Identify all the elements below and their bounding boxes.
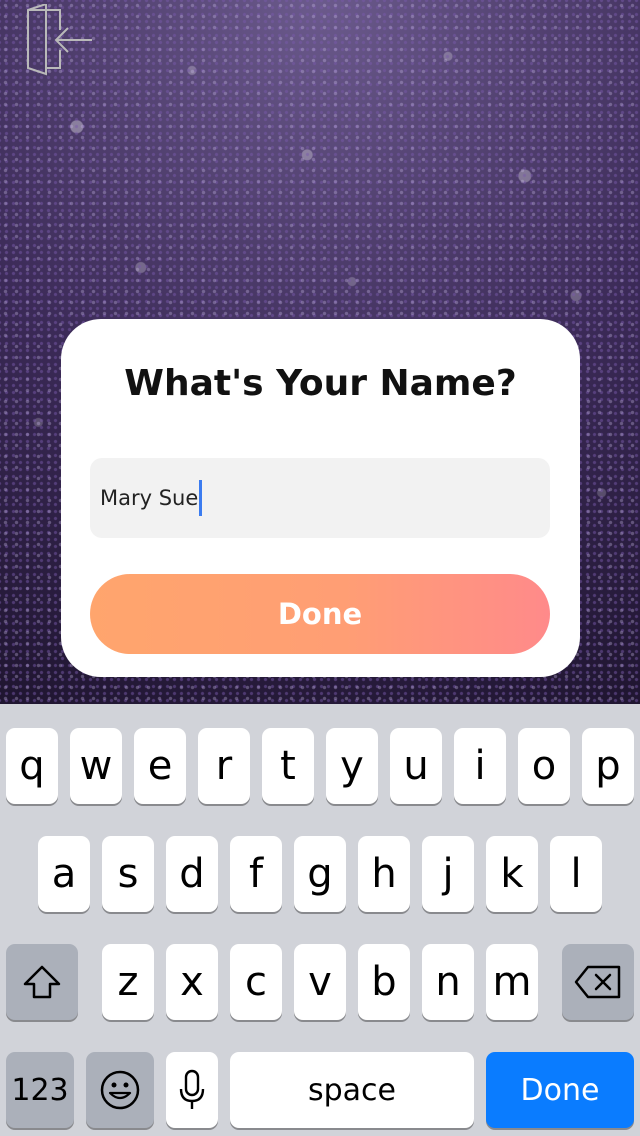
key-j[interactable]: j bbox=[422, 836, 474, 912]
keyboard-done-key[interactable]: Done bbox=[486, 1052, 634, 1128]
key-v[interactable]: v bbox=[294, 944, 346, 1020]
numbers-key[interactable]: 123 bbox=[6, 1052, 74, 1128]
shift-key[interactable] bbox=[6, 944, 78, 1020]
key-u[interactable]: u bbox=[390, 728, 442, 804]
keyboard-row-2: a s d f g h j k l bbox=[0, 836, 640, 912]
name-input-value: Mary Sue bbox=[100, 486, 199, 510]
exit-button[interactable] bbox=[18, 4, 96, 76]
keyboard: q w e r t y u i o p a s d f g h j k l z … bbox=[0, 704, 640, 1136]
key-x[interactable]: x bbox=[166, 944, 218, 1020]
key-a[interactable]: a bbox=[38, 836, 90, 912]
exit-door-icon bbox=[27, 4, 92, 76]
key-e[interactable]: e bbox=[134, 728, 186, 804]
key-h[interactable]: h bbox=[358, 836, 410, 912]
key-z[interactable]: z bbox=[102, 944, 154, 1020]
key-g[interactable]: g bbox=[294, 836, 346, 912]
key-s[interactable]: s bbox=[102, 836, 154, 912]
emoji-key[interactable] bbox=[86, 1052, 154, 1128]
microphone-icon bbox=[179, 1069, 205, 1109]
key-r[interactable]: r bbox=[198, 728, 250, 804]
text-cursor bbox=[199, 480, 203, 516]
emoji-icon bbox=[100, 1070, 140, 1110]
name-dialog: What's Your Name? Mary Sue Done bbox=[61, 319, 580, 677]
dialog-title: What's Your Name? bbox=[124, 363, 517, 404]
key-y[interactable]: y bbox=[326, 728, 378, 804]
microphone-key[interactable] bbox=[166, 1052, 218, 1128]
key-i[interactable]: i bbox=[454, 728, 506, 804]
key-f[interactable]: f bbox=[230, 836, 282, 912]
shift-icon bbox=[23, 965, 61, 999]
delete-icon bbox=[574, 965, 621, 999]
name-input[interactable]: Mary Sue bbox=[90, 458, 550, 538]
done-button[interactable]: Done bbox=[90, 574, 550, 654]
key-c[interactable]: c bbox=[230, 944, 282, 1020]
keyboard-row-3: z x c v b n m bbox=[0, 944, 640, 1020]
key-w[interactable]: w bbox=[70, 728, 122, 804]
key-p[interactable]: p bbox=[582, 728, 634, 804]
space-key[interactable]: space bbox=[230, 1052, 474, 1128]
key-m[interactable]: m bbox=[486, 944, 538, 1020]
key-l[interactable]: l bbox=[550, 836, 602, 912]
keyboard-row-4: 123 space Done bbox=[0, 1052, 640, 1128]
delete-key[interactable] bbox=[562, 944, 634, 1020]
key-k[interactable]: k bbox=[486, 836, 538, 912]
key-d[interactable]: d bbox=[166, 836, 218, 912]
key-o[interactable]: o bbox=[518, 728, 570, 804]
keyboard-row-1: q w e r t y u i o p bbox=[0, 728, 640, 804]
key-n[interactable]: n bbox=[422, 944, 474, 1020]
key-t[interactable]: t bbox=[262, 728, 314, 804]
key-q[interactable]: q bbox=[6, 728, 58, 804]
key-b[interactable]: b bbox=[358, 944, 410, 1020]
